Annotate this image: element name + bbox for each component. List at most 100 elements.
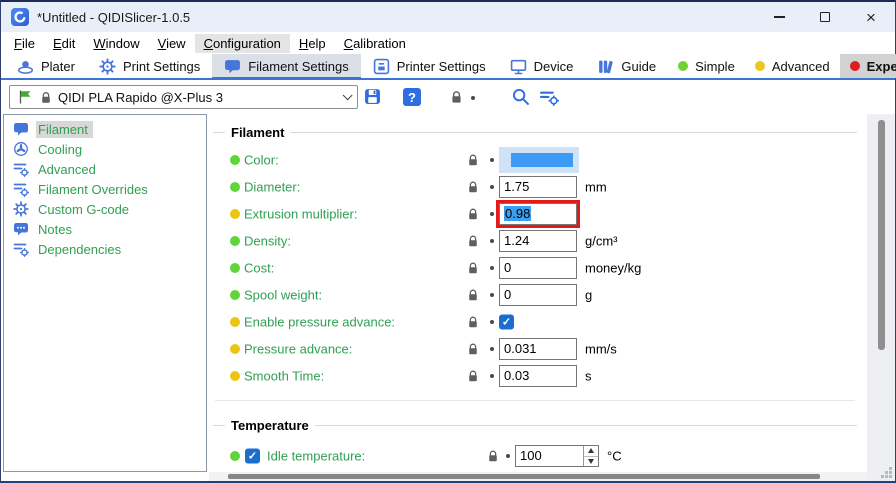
minimize-icon bbox=[774, 16, 785, 18]
maximize-button[interactable] bbox=[802, 2, 848, 32]
lock-icon[interactable] bbox=[467, 154, 479, 167]
section-header-filament: Filament bbox=[213, 124, 857, 140]
option-state-dot bbox=[230, 317, 240, 327]
preset-toolbar: QIDI PLA Rapido @X-Plus 3 ? bbox=[1, 80, 895, 114]
search-button[interactable] bbox=[512, 88, 529, 105]
help-button[interactable]: ? bbox=[403, 88, 421, 106]
horizontal-scrollbar-thumb[interactable] bbox=[228, 474, 820, 479]
option-row-extrusion-multiplier: Extrusion multiplier: 0.98 bbox=[209, 203, 867, 225]
menu-help[interactable]: Help bbox=[290, 34, 335, 53]
vertical-scrollbar-thumb[interactable] bbox=[878, 120, 885, 350]
lock-icon[interactable] bbox=[467, 262, 479, 275]
mode-expert[interactable]: Expert bbox=[840, 54, 896, 78]
tab-label: Filament Settings bbox=[248, 59, 348, 74]
idle-temperature-checkbox[interactable] bbox=[245, 449, 260, 464]
divider bbox=[213, 425, 225, 426]
sidebar-item-filament[interactable]: Filament bbox=[4, 119, 206, 139]
spool-weight-input[interactable]: 0 bbox=[499, 284, 577, 306]
enable-pressure-advance-checkbox[interactable] bbox=[499, 315, 514, 330]
option-row-pressure-advance: Pressure advance: 0.031 mm/s bbox=[209, 338, 867, 360]
sidebar-item-dependencies[interactable]: Dependencies bbox=[4, 239, 206, 259]
bullet-dot bbox=[490, 158, 494, 162]
option-state-dot bbox=[230, 209, 240, 219]
fan-icon bbox=[13, 141, 29, 157]
unit-label: °C bbox=[607, 449, 622, 464]
menu-window[interactable]: Window bbox=[84, 34, 148, 53]
settings-panel: Filament Color: Diameter: 1.75 mm Extrus… bbox=[209, 114, 867, 472]
tab-label: Device bbox=[534, 59, 574, 74]
diameter-input[interactable]: 1.75 bbox=[499, 176, 577, 198]
bullet-dot bbox=[490, 239, 494, 243]
tab-device[interactable]: Device bbox=[498, 54, 586, 78]
device-monitor-icon bbox=[510, 58, 527, 75]
tab-guide[interactable]: Guide bbox=[585, 54, 668, 78]
lock-icon[interactable] bbox=[467, 316, 479, 329]
lock-all-button[interactable] bbox=[450, 90, 463, 104]
option-label: Enable pressure advance: bbox=[244, 315, 395, 330]
sidebar-item-label: Cooling bbox=[36, 141, 87, 158]
mode-label: Simple bbox=[695, 59, 735, 74]
bullet-dot bbox=[490, 266, 494, 270]
tab-printer-settings[interactable]: Printer Settings bbox=[361, 54, 498, 78]
unit-label: mm bbox=[585, 180, 607, 195]
sidebar-item-notes[interactable]: Notes bbox=[4, 219, 206, 239]
plater-icon bbox=[17, 58, 34, 75]
tab-plater[interactable]: Plater bbox=[5, 54, 87, 78]
density-input[interactable]: 1.24 bbox=[499, 230, 577, 252]
option-row-cost: Cost: 0 money/kg bbox=[209, 257, 867, 279]
menu-configuration[interactable]: Configuration bbox=[195, 34, 290, 53]
maximize-icon bbox=[820, 12, 830, 22]
lock-icon[interactable] bbox=[467, 289, 479, 302]
lock-icon[interactable] bbox=[467, 235, 479, 248]
tab-print-settings[interactable]: Print Settings bbox=[87, 54, 212, 78]
expert-dot-icon bbox=[850, 61, 860, 71]
horizontal-scrollbar[interactable] bbox=[209, 472, 867, 481]
cost-input[interactable]: 0 bbox=[499, 257, 577, 279]
unit-label: s bbox=[585, 369, 592, 384]
save-preset-button[interactable] bbox=[364, 88, 381, 105]
menu-file[interactable]: File bbox=[5, 34, 44, 53]
printer-icon bbox=[373, 58, 390, 75]
lock-icon[interactable] bbox=[467, 370, 479, 383]
lock-icon[interactable] bbox=[467, 343, 479, 356]
lock-icon[interactable] bbox=[487, 450, 499, 463]
resize-grip-icon[interactable] bbox=[889, 475, 892, 478]
vertical-scrollbar[interactable] bbox=[867, 114, 895, 481]
smooth-time-input[interactable]: 0.03 bbox=[499, 365, 577, 387]
mode-advanced[interactable]: Advanced bbox=[745, 54, 840, 78]
arrow-down-icon bbox=[588, 459, 594, 464]
sidebar-item-filament-overrides[interactable]: Filament Overrides bbox=[4, 179, 206, 199]
menu-edit[interactable]: Edit bbox=[44, 34, 84, 53]
bullet-dot bbox=[490, 347, 494, 351]
color-picker[interactable] bbox=[499, 147, 579, 173]
pressure-advance-input[interactable]: 0.031 bbox=[499, 338, 577, 360]
sidebar-item-custom-gcode[interactable]: Custom G-code bbox=[4, 199, 206, 219]
menu-calibration[interactable]: Calibration bbox=[335, 34, 415, 53]
minimize-button[interactable] bbox=[756, 2, 802, 32]
lock-icon[interactable] bbox=[467, 208, 479, 221]
main-tab-bar: Plater Print Settings Filament Settings … bbox=[1, 54, 895, 80]
sidebar-item-advanced[interactable]: Advanced bbox=[4, 159, 206, 179]
option-state-dot bbox=[230, 263, 240, 273]
unit-label: money/kg bbox=[585, 261, 641, 276]
menu-view[interactable]: View bbox=[149, 34, 195, 53]
sidebar-item-label: Custom G-code bbox=[36, 201, 134, 218]
mode-simple[interactable]: Simple bbox=[668, 54, 745, 78]
spinner bbox=[583, 446, 598, 466]
close-button[interactable]: × bbox=[848, 2, 894, 32]
tab-filament-settings[interactable]: Filament Settings bbox=[212, 54, 360, 78]
idle-temperature-input[interactable]: 100 bbox=[515, 445, 599, 467]
lock-icon[interactable] bbox=[467, 181, 479, 194]
sidebar-item-label: Advanced bbox=[36, 161, 101, 178]
bullet-dot bbox=[490, 212, 494, 216]
color-swatch bbox=[511, 153, 573, 167]
search-options-button[interactable] bbox=[539, 89, 559, 106]
spin-down-button[interactable] bbox=[584, 457, 598, 467]
extrusion-multiplier-input[interactable]: 0.98 bbox=[499, 203, 577, 225]
filament-bubble-icon bbox=[224, 58, 241, 75]
spin-up-button[interactable] bbox=[584, 446, 598, 457]
bullet-dot bbox=[490, 320, 494, 324]
sidebar-item-cooling[interactable]: Cooling bbox=[4, 139, 206, 159]
list-gear-icon bbox=[13, 161, 29, 177]
preset-combobox[interactable]: QIDI PLA Rapido @X-Plus 3 bbox=[9, 85, 358, 109]
